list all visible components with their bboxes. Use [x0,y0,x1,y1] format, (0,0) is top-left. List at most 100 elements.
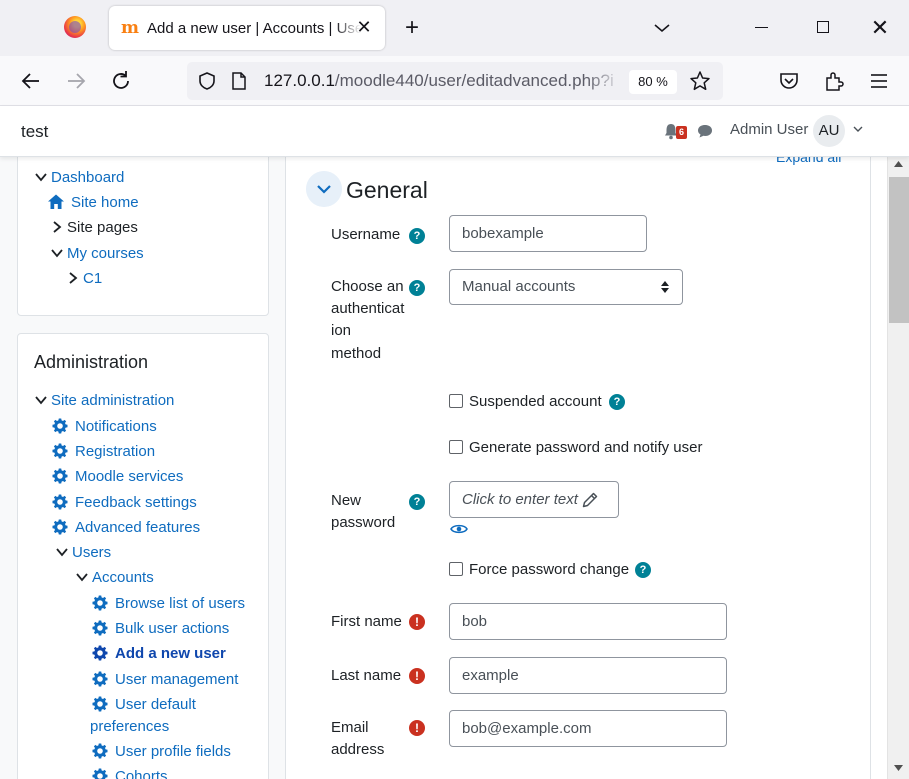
eye-icon[interactable] [450,523,468,535]
zoom-level-badge[interactable]: 80 % [629,70,677,94]
window-close-icon[interactable]: ✕ [866,14,894,42]
star-icon[interactable] [689,70,711,92]
generate-password-label[interactable]: Generate password and notify user [469,439,702,456]
force-password-change-checkbox[interactable] [449,562,463,576]
admin-label[interactable]: User profile fields [115,743,231,760]
scrollbar-thumb[interactable] [889,177,909,323]
admin-label[interactable]: Browse list of users [115,595,245,612]
username-input[interactable]: bobexample [449,215,647,252]
nav-item-site-pages[interactable]: Site pages [51,216,138,238]
admin-label[interactable]: Add a new user [115,645,226,662]
admin-item-moodle-services[interactable]: Moodle services [52,465,183,487]
chevron-down-icon[interactable] [35,394,47,406]
site-name[interactable]: test [21,122,48,142]
nav-label[interactable]: My courses [67,245,144,262]
suspended-account-label[interactable]: Suspended account [469,393,602,410]
reload-icon[interactable] [106,66,136,96]
chat-bubble-icon[interactable] [696,122,714,140]
admin-item-site-administration[interactable]: Site administration [35,389,174,411]
admin-label[interactable]: Notifications [75,418,157,435]
chevron-right-icon[interactable] [67,272,79,284]
admin-item-user-default-preferences-line2[interactable]: preferences [90,715,169,737]
nav-label[interactable]: C1 [83,270,102,287]
admin-item-bulk-user-actions[interactable]: Bulk user actions [92,617,229,639]
admin-label[interactable]: User default [115,696,196,713]
admin-item-user-default-preferences[interactable]: User default [92,693,196,715]
maximize-icon[interactable] [817,21,829,33]
page-scrollbar[interactable] [887,157,909,779]
nav-item-my-courses[interactable]: My courses [51,242,144,264]
admin-item-user-profile-fields[interactable]: User profile fields [92,740,231,762]
admin-label[interactable]: Users [72,544,111,561]
help-icon[interactable]: ? [635,562,651,578]
nav-item-course-c1[interactable]: C1 [67,267,102,289]
page-icon[interactable] [231,72,247,90]
suspended-account-checkbox[interactable] [449,394,463,408]
admin-label[interactable]: Moodle services [75,468,183,485]
scroll-down-arrow-icon[interactable] [894,765,903,771]
admin-item-add-a-new-user-active[interactable]: Add a new user [92,642,226,664]
generate-password-row[interactable]: Generate password and notify user [449,436,702,458]
force-password-change-label[interactable]: Force password change [469,561,629,578]
plus-icon[interactable]: + [398,14,426,42]
extensions-icon[interactable] [822,69,846,93]
first-name-input[interactable]: bob [449,603,727,640]
user-name[interactable]: Admin User [730,121,808,138]
admin-label[interactable]: Advanced features [75,519,200,536]
shield-icon[interactable] [197,71,217,91]
admin-label[interactable]: preferences [90,718,169,735]
force-password-change-row[interactable]: Force password change [449,558,629,580]
browser-tab-active[interactable]: m Add a new user | Accounts | Use ✕ [109,6,385,50]
nav-label[interactable]: Site home [71,194,139,211]
admin-item-browse-list-of-users[interactable]: Browse list of users [92,592,245,614]
nav-item-site-home[interactable]: Site home [47,191,139,213]
help-icon[interactable]: ? [609,394,625,410]
chevron-down-icon[interactable] [76,571,88,583]
admin-label[interactable]: User management [115,671,238,688]
admin-label[interactable]: Feedback settings [75,494,197,511]
minimize-icon[interactable] [755,27,768,28]
pocket-icon[interactable] [777,69,801,93]
help-icon[interactable]: ? [409,228,425,244]
admin-label[interactable]: Site administration [51,392,174,409]
chevron-down-icon[interactable] [51,247,63,259]
help-icon[interactable]: ? [409,280,425,296]
email-input[interactable]: bob@example.com [449,710,727,747]
admin-label[interactable]: Cohorts [115,768,168,779]
chevron-right-icon[interactable] [51,221,63,233]
admin-label[interactable]: Registration [75,443,155,460]
chevron-down-icon[interactable] [852,123,864,135]
nav-label[interactable]: Dashboard [51,169,124,186]
expand-all-link[interactable]: Expand all [776,157,841,165]
admin-item-cohorts[interactable]: Cohorts [92,765,168,779]
avatar[interactable]: AU [813,115,845,147]
firefox-logo-icon[interactable] [64,16,86,38]
nav-item-dashboard[interactable]: Dashboard [35,166,124,188]
new-password-input[interactable]: Click to enter text [449,481,619,518]
back-arrow-icon[interactable] [16,66,46,96]
address-bar[interactable]: 127.0.0.1/moodle440/user/editadvanced.ph… [187,62,723,100]
last-name-input[interactable]: example [449,657,727,694]
admin-item-advanced-features[interactable]: Advanced features [52,516,200,538]
admin-item-feedback-settings[interactable]: Feedback settings [52,491,197,513]
chevron-down-icon[interactable] [56,546,68,558]
section-title-general[interactable]: General [346,177,428,204]
chevron-down-icon[interactable] [648,14,676,42]
admin-item-notifications[interactable]: Notifications [52,415,157,437]
admin-item-user-management[interactable]: User management [92,668,238,690]
scroll-up-arrow-icon[interactable] [894,161,903,167]
admin-label[interactable]: Bulk user actions [115,620,229,637]
url-text[interactable]: 127.0.0.1/moodle440/user/editadvanced.ph… [264,71,622,91]
chevron-down-icon[interactable] [35,171,47,183]
admin-item-users[interactable]: Users [56,541,111,563]
generate-password-checkbox[interactable] [449,440,463,454]
admin-item-registration[interactable]: Registration [52,440,155,462]
admin-label[interactable]: Accounts [92,569,154,586]
menu-icon[interactable] [867,69,891,93]
help-icon[interactable]: ? [409,494,425,510]
section-collapse-chevron-icon[interactable] [306,171,342,207]
forward-arrow-icon[interactable] [61,66,91,96]
admin-item-accounts[interactable]: Accounts [76,566,154,588]
close-icon[interactable]: ✕ [353,16,375,38]
nav-label[interactable]: Site pages [67,219,138,236]
